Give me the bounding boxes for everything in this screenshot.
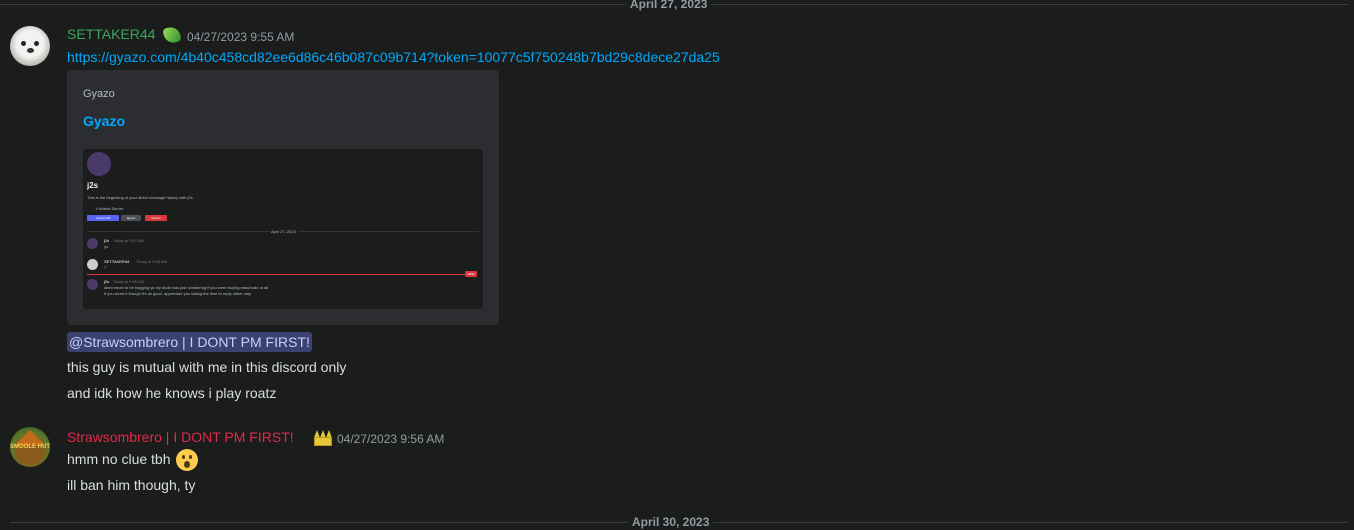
message-author[interactable]: SETTAKER44: [67, 26, 155, 42]
avatar[interactable]: SMOOLE HUT: [10, 427, 50, 467]
dm-name: j2s: [87, 181, 99, 190]
mutual-servers: 1 Mutual Server: [95, 206, 124, 211]
dm-row-text: yo: [104, 244, 109, 249]
hushed-face-emoji: [176, 449, 199, 472]
user-mention[interactable]: @Strawsombrero | I DONT PM FIRST!: [67, 332, 312, 352]
dm-row-time: Today at 9:55 AM: [136, 259, 167, 264]
report-button: Report: [145, 215, 167, 221]
date-divider-bottom: April 30, 2023: [10, 515, 1348, 529]
date-divider-label: April 30, 2023: [632, 515, 710, 529]
message-timestamp: 04/27/2023 9:56 AM: [337, 432, 445, 446]
ignore-button: Ignore: [121, 215, 141, 221]
message-timestamp: 04/27/2023 9:55 AM: [187, 30, 295, 44]
dm-date-divider: April 27, 2023: [269, 229, 298, 234]
avatar-text: SMOOLE HUT: [10, 444, 50, 450]
dm-row-text: ?: [104, 265, 107, 270]
message-text: hmm no clue tbh: [67, 451, 171, 467]
dm-row-text: didnt mean to be bugging ya my dude was …: [104, 285, 269, 290]
dm-row-time: Today at 9:55 AM: [113, 279, 144, 284]
dm-intro: This is the beginning of your direct mes…: [87, 195, 194, 200]
avatar: [87, 152, 111, 176]
avatar[interactable]: [10, 26, 50, 66]
date-divider-label: April 27, 2023: [630, 0, 708, 11]
dm-row-text: if you weren't though it's all good, app…: [104, 291, 251, 296]
dm-row-author: j2s: [104, 238, 110, 243]
link-embed: Gyazo Gyazo j2s This is the beginning of…: [67, 70, 499, 325]
dm-row-author: SETTAKER44: [104, 259, 130, 264]
embed-provider: Gyazo: [83, 88, 115, 100]
message-line: hmm no clue tbh: [67, 449, 199, 472]
message-text: and idk how he knows i play roatz: [67, 385, 277, 401]
message-text: this guy is mutual with me in this disco…: [67, 359, 347, 375]
message-author[interactable]: Strawsombrero | I DONT PM FIRST!: [67, 429, 294, 445]
embed-title[interactable]: Gyazo: [83, 113, 125, 129]
message-text: ill ban him though, ty: [67, 477, 196, 493]
crown-icon: [313, 428, 333, 446]
accept-dm-button: Accept DM: [87, 215, 119, 221]
dm-row-time: Today at 9:07 AM: [113, 238, 144, 243]
date-divider-top: April 27, 2023: [0, 0, 1348, 11]
dm-row-author: j2s: [104, 279, 110, 284]
message-link[interactable]: https://gyazo.com/4b40c458cd82ee6d86c46b…: [67, 49, 720, 65]
gem-icon: [162, 25, 182, 45]
new-messages-tag: NEW: [465, 271, 477, 277]
embed-image[interactable]: j2s This is the beginning of your direct…: [83, 149, 483, 309]
